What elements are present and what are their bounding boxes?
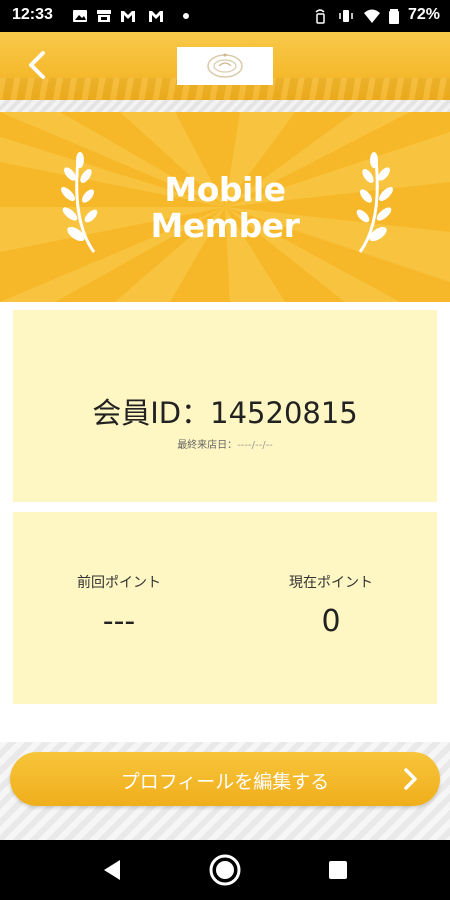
chevron-right-icon — [404, 768, 417, 790]
back-triangle-icon[interactable] — [96, 854, 128, 886]
member-id-label: 会員ID： — [92, 396, 211, 430]
member-id-line: 会員ID：14520815 — [13, 390, 437, 432]
edit-profile-label: プロフィールを編集する — [120, 771, 330, 793]
last-visit-label: 最終来店日： — [177, 440, 238, 451]
member-banner: Mobile Member — [0, 112, 450, 302]
battery-icon — [389, 9, 399, 24]
current-points-value: 0 — [321, 604, 341, 639]
image-icon — [73, 10, 87, 22]
edit-profile-button[interactable]: プロフィールを編集する — [10, 752, 440, 806]
battery-percentage: 72% — [407, 6, 440, 23]
back-button[interactable] — [20, 48, 54, 82]
previous-points-value: --- — [102, 604, 136, 639]
current-points-label: 現在ポイント — [289, 575, 373, 591]
system-nav-bar — [0, 840, 450, 900]
chevron-left-icon — [29, 51, 45, 79]
member-id-value: 14520815 — [210, 396, 358, 430]
laurel-right-icon — [356, 152, 393, 253]
gmail-icon — [149, 11, 163, 22]
home-circle-icon[interactable] — [209, 854, 241, 886]
shop-logo — [177, 47, 273, 85]
status-bar: 12:33 72% — [0, 0, 450, 32]
phone-wifi-icon — [315, 9, 325, 24]
wifi-icon — [364, 9, 380, 23]
app-header — [0, 32, 450, 100]
member-id-card: 会員ID：14520815 最終来店日：----/--/-- — [13, 310, 437, 502]
vibrate-icon — [339, 10, 353, 22]
bottom-action-area: プロフィールを編集する — [0, 742, 450, 840]
previous-points: 前回ポイント --- — [13, 572, 225, 639]
current-points: 現在ポイント 0 — [225, 572, 437, 639]
member-content: 会員ID：14520815 最終来店日：----/--/-- 前回ポイント --… — [0, 302, 450, 742]
store-icon — [97, 10, 111, 22]
previous-points-label: 前回ポイント — [77, 575, 161, 591]
decorative-stripe — [0, 100, 450, 112]
recents-square-icon[interactable] — [322, 854, 354, 886]
last-visit-value: ----/--/-- — [237, 440, 273, 451]
last-visit-line: 最終来店日：----/--/-- — [13, 436, 437, 451]
dot-icon — [183, 13, 189, 19]
points-card: 前回ポイント --- 現在ポイント 0 — [13, 512, 437, 704]
logo-emblem-icon — [207, 53, 243, 78]
gmail-icon — [121, 11, 135, 22]
status-time: 12:33 — [12, 6, 53, 23]
